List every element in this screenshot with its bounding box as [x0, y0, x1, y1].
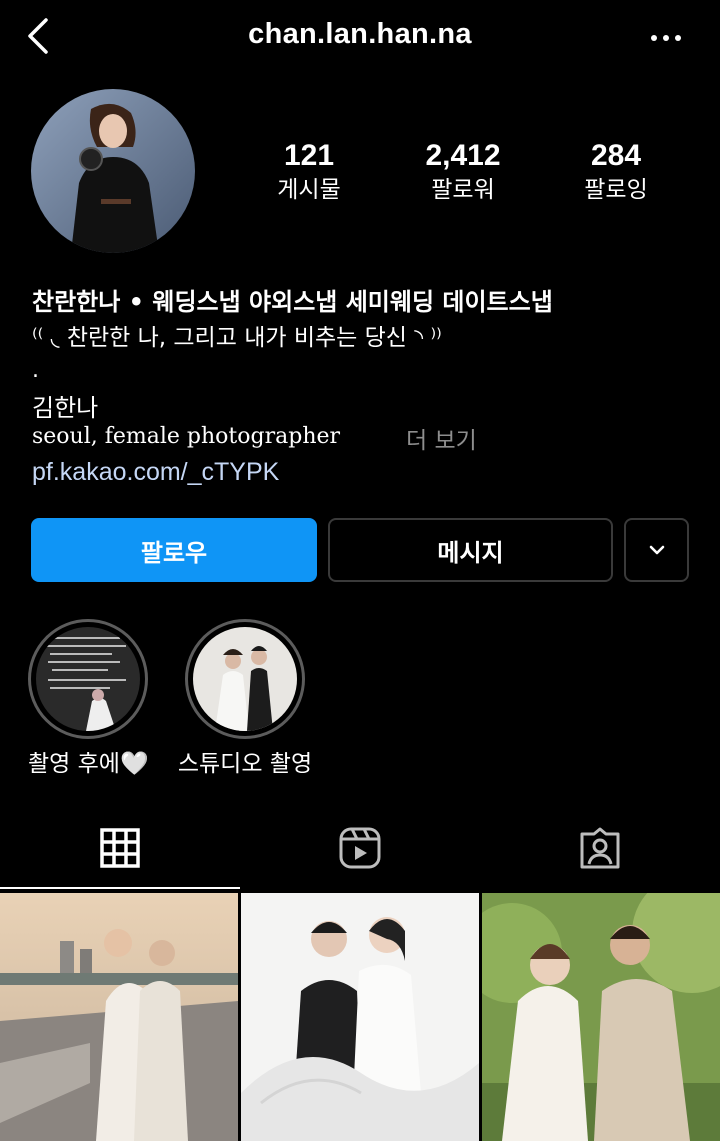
post-thumbnail[interactable]	[0, 893, 238, 1141]
reels-icon[interactable]	[338, 826, 382, 870]
stat-followers-count: 2,412	[425, 139, 501, 172]
stat-posts-label: 게시물	[277, 177, 341, 203]
highlight-studio[interactable]	[185, 619, 305, 739]
active-tab-indicator	[0, 887, 240, 889]
stat-posts-count: 121	[283, 139, 335, 172]
profile-username: chan.lan.han.na	[248, 18, 472, 50]
suggested-accounts-button[interactable]	[624, 518, 689, 582]
highlight-label: 스튜디오 촬영	[177, 751, 313, 777]
bio-tagline: seoul, female photographer	[32, 424, 341, 449]
stat-following-label: 팔로잉	[584, 177, 648, 203]
stat-posts[interactable]: 121 게시물	[244, 138, 374, 206]
chevron-down-icon	[649, 545, 664, 555]
stat-following[interactable]: 284 팔로잉	[551, 138, 681, 206]
message-button[interactable]: 메시지	[328, 518, 613, 582]
bio-dot: .	[32, 358, 39, 383]
avatar[interactable]	[31, 89, 195, 253]
post-thumbnail[interactable]	[482, 893, 720, 1141]
bio-website-link[interactable]: pf.kakao.com/_cTYPK	[32, 458, 279, 487]
bio-line: ⁽⁽ ◟ 찬란한 나, 그리고 내가 비추는 당신 ◝ ⁾⁾	[32, 325, 442, 351]
highlight-label: 촬영 후에🤍	[28, 751, 149, 777]
tagged-icon[interactable]	[578, 826, 622, 870]
follow-button[interactable]: 팔로우	[31, 518, 317, 582]
post-thumbnail[interactable]	[241, 893, 479, 1141]
bio-name: 찬란한나 • 웨딩스냅 야외스냅 세미웨딩 데이트스냅	[32, 288, 553, 316]
bio-more-link[interactable]: 더 보기	[406, 421, 477, 455]
bio-person: 김한나	[32, 394, 99, 422]
highlight-after-shoot[interactable]	[28, 619, 148, 739]
stat-followers-label: 팔로워	[431, 177, 495, 203]
stat-followers[interactable]: 2,412 팔로워	[398, 138, 528, 206]
grid-icon[interactable]	[98, 826, 142, 870]
more-options-icon[interactable]	[648, 28, 684, 48]
stat-following-count: 284	[590, 139, 642, 172]
